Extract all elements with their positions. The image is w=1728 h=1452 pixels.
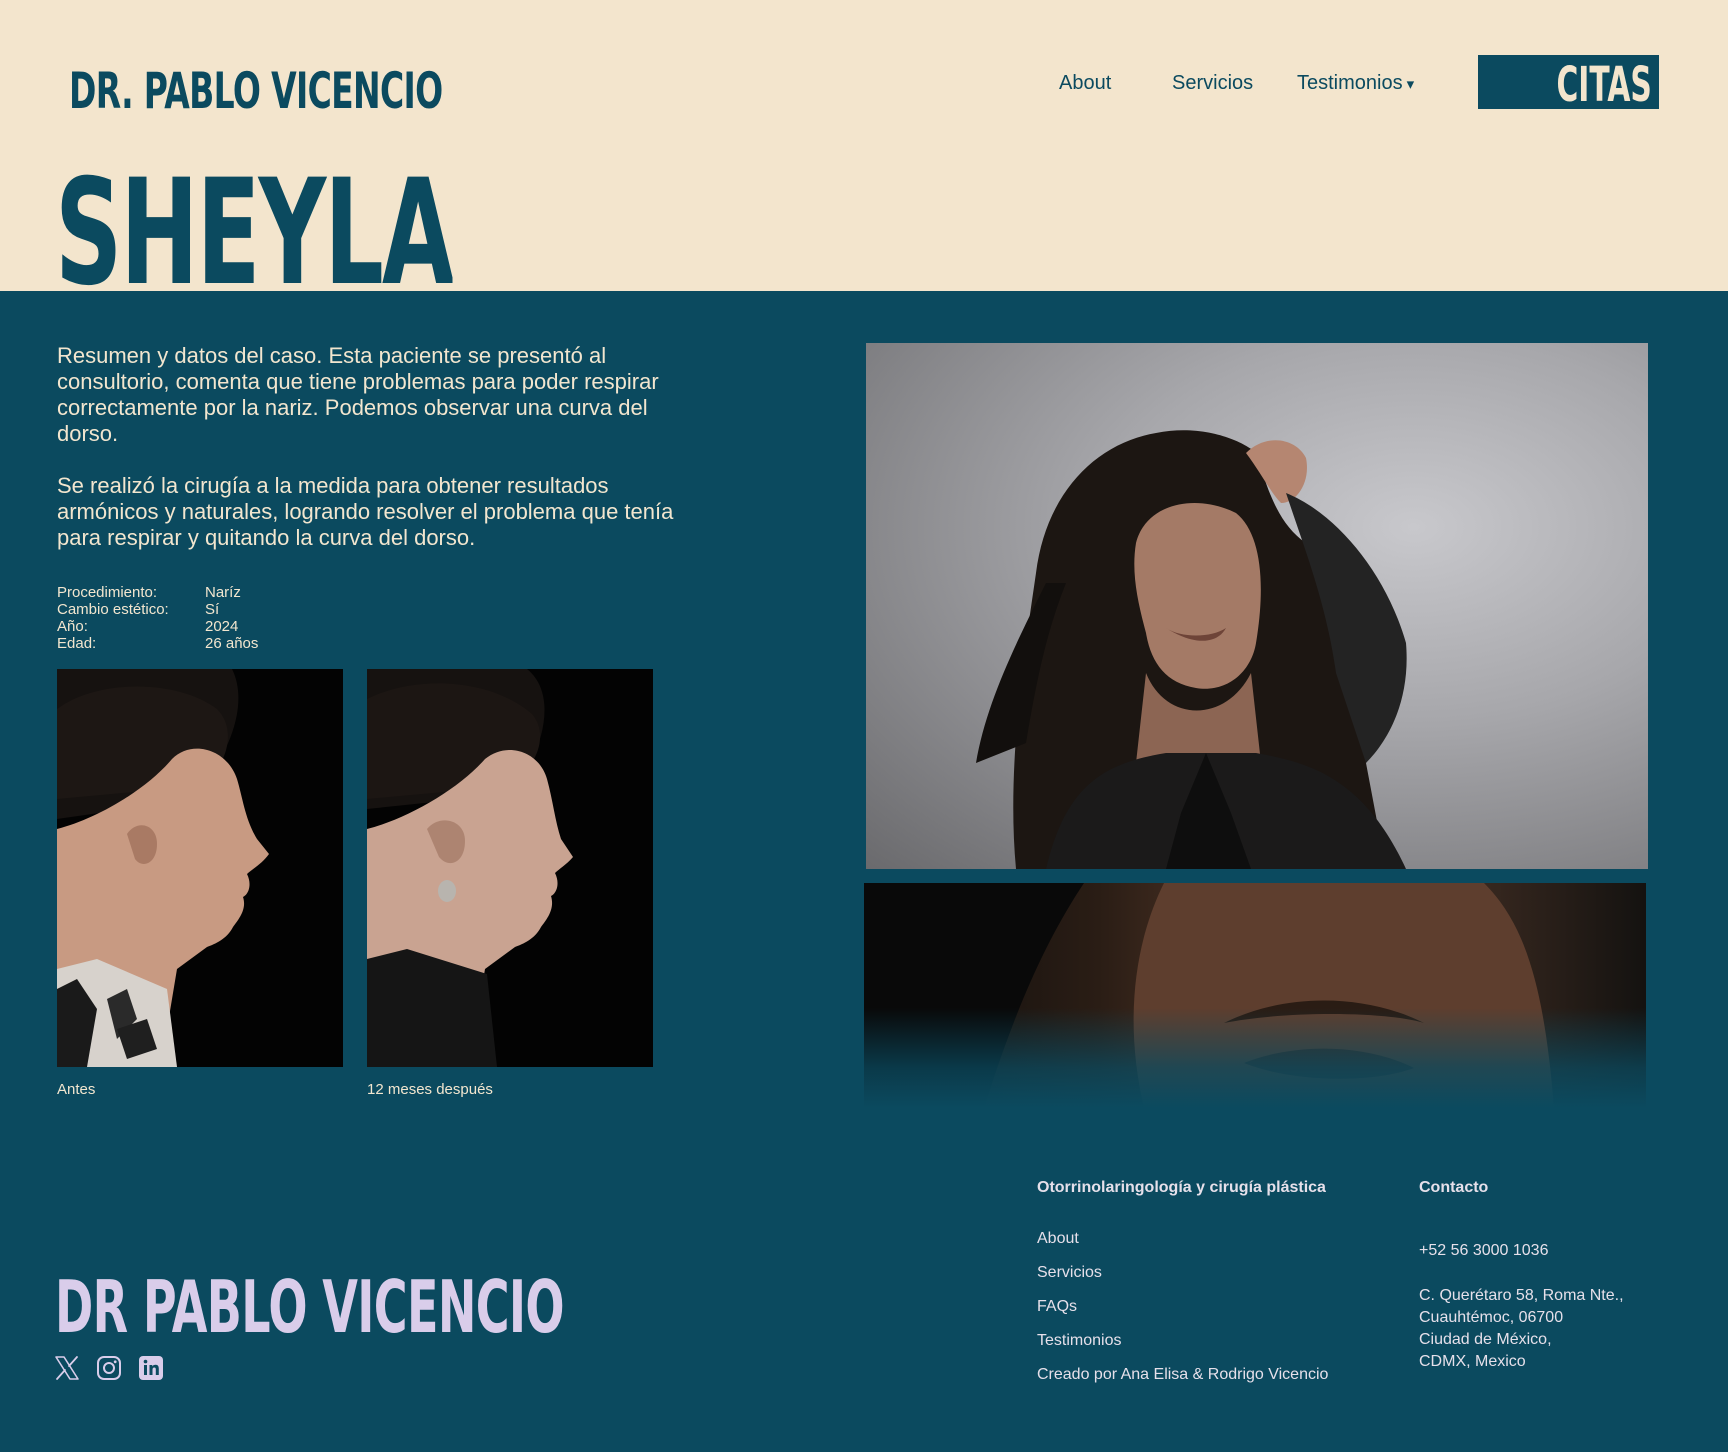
social-links [54, 1355, 164, 1381]
fact-row: Cambio estético: Sí [57, 601, 258, 618]
fact-label: Procedimiento: [57, 584, 158, 601]
footer-link-about[interactable]: About [1037, 1230, 1079, 1247]
contact-phone[interactable]: +52 56 3000 1036 [1419, 1241, 1548, 1261]
before-caption: Antes [57, 1081, 96, 1098]
footer-contact-heading: Contacto [1419, 1179, 1489, 1196]
patient-name: SHEYLA [55, 160, 453, 291]
footer-nav-item: FAQs [1037, 1297, 1328, 1331]
footer-nav: About Servicios FAQs Testimonios Creado … [1037, 1229, 1328, 1399]
case-facts: Procedimiento: Naríz Cambio estético: Sí… [57, 584, 258, 652]
address-line: C. Querétaro 58, Roma Nte., [1419, 1287, 1624, 1304]
footer-brand-logo: DR PABLO VICENCIO [55, 1265, 565, 1349]
profile-before-illustration [57, 669, 343, 1067]
footer-link-servicios[interactable]: Servicios [1037, 1264, 1102, 1281]
footer-link-testimonios[interactable]: Testimonios [1037, 1332, 1121, 1349]
profile-after-illustration [367, 669, 653, 1067]
fact-row: Año: 2024 [57, 618, 258, 635]
case-summary: Resumen y datos del caso. Esta paciente … [57, 343, 697, 551]
instagram-icon[interactable] [96, 1355, 122, 1381]
footer-nav-item: Testimonios [1037, 1331, 1328, 1365]
nav-servicios[interactable]: Servicios [1172, 70, 1253, 96]
address-line: CDMX, Mexico [1419, 1353, 1526, 1370]
footer-nav-item: Servicios [1037, 1263, 1328, 1297]
detail-fade-overlay [864, 1008, 1646, 1108]
nav-testimonios[interactable]: Testimonios ▾ [1297, 70, 1414, 98]
fact-row: Edad: 26 años [57, 635, 258, 652]
fact-label: Cambio estético: [57, 601, 169, 618]
detail-closeup-photo [864, 883, 1646, 1108]
address-line: Ciudad de México, [1419, 1331, 1552, 1348]
footer-link-faqs[interactable]: FAQs [1037, 1298, 1077, 1315]
hero-portrait-photo [866, 343, 1648, 869]
linkedin-icon[interactable] [138, 1355, 164, 1381]
brand-logo[interactable]: DR. PABLO VICENCIO [69, 62, 443, 120]
caret-down-icon: ▾ [1406, 76, 1415, 93]
footer-credits-link[interactable]: Creado por Ana Elisa & Rodrigo Vicencio [1037, 1366, 1328, 1383]
fact-value: 2024 [205, 618, 239, 635]
fact-row: Procedimiento: Naríz [57, 584, 258, 601]
footer-specialty-heading: Otorrinolaringología y cirugía plástica [1037, 1179, 1326, 1196]
fact-value: Sí [205, 601, 220, 618]
site-header: DR. PABLO VICENCIO About Servicios Testi… [0, 0, 1728, 291]
nav-about[interactable]: About [1059, 70, 1111, 96]
after-caption: 12 meses después [367, 1081, 493, 1098]
after-photo [367, 669, 653, 1067]
address-line: Cuauhtémoc, 06700 [1419, 1309, 1564, 1326]
summary-paragraph: Resumen y datos del caso. Esta paciente … [57, 343, 659, 446]
nav-testimonios-label: Testimonios [1297, 72, 1403, 94]
summary-paragraph: Se realizó la cirugía a la medida para o… [57, 473, 674, 550]
x-icon[interactable] [54, 1355, 80, 1381]
fact-label: Edad: [57, 635, 97, 652]
portrait-illustration [976, 430, 1407, 869]
footer-nav-item: Creado por Ana Elisa & Rodrigo Vicencio [1037, 1365, 1328, 1399]
fact-label: Año: [57, 618, 88, 635]
citas-button-label: CITAS [1556, 57, 1652, 109]
fact-value: Naríz [205, 584, 241, 601]
fact-value: 26 años [205, 635, 259, 652]
footer-nav-item: About [1037, 1229, 1328, 1263]
before-photo [57, 669, 343, 1067]
contact-address: C. Querétaro 58, Roma Nte., Cuauhtémoc, … [1419, 1285, 1624, 1373]
citas-button[interactable]: CITAS [1478, 55, 1659, 109]
